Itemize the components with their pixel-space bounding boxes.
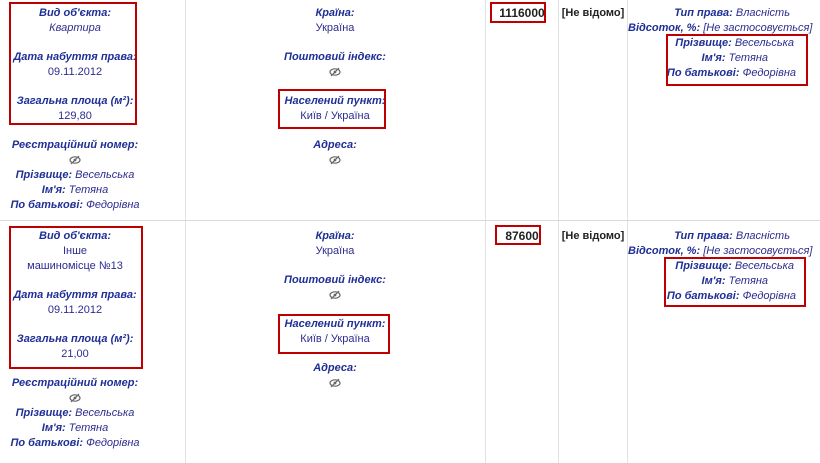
- owner-surname-value: Весельська: [75, 169, 135, 181]
- postal-code-label: Поштовий індекс:: [284, 274, 386, 286]
- owner-name-label: Ім'я:: [41, 184, 66, 196]
- eye-slash-icon[interactable]: [0, 153, 150, 168]
- owner-surname-value: Весельська: [75, 407, 135, 419]
- owner-surname-label: Прізвище:: [15, 169, 73, 181]
- right-type-value: Власність: [735, 230, 790, 242]
- owner-surname-label: Прізвище:: [15, 407, 73, 419]
- percent-value: [Не застосовується]: [703, 22, 813, 34]
- eye-slash-icon[interactable]: [186, 376, 484, 391]
- address-label: Адреса:: [313, 362, 357, 374]
- unknown-value: [Не відомо]: [561, 230, 625, 242]
- percent-label: Відсоток, %:: [628, 22, 701, 34]
- eye-slash-icon[interactable]: [186, 288, 484, 303]
- object-info-cell: Вид об'єкта: Інше машиномісце №13 Дата н…: [0, 221, 150, 451]
- eye-slash-icon[interactable]: [0, 391, 150, 406]
- right-type-label: Тип права:: [674, 230, 733, 242]
- country-label: Країна:: [315, 7, 355, 19]
- owner-patronymic-label: По батькові:: [10, 437, 84, 449]
- highlight-box: [278, 89, 386, 129]
- percent-value: [Не застосовується]: [703, 245, 813, 257]
- table-row: Вид об'єкта: Квартира Дата набуття права…: [0, 0, 820, 220]
- registration-number-label: Реєстраційний номер:: [11, 139, 139, 151]
- highlight-box: [9, 226, 143, 369]
- right-type-value: Власність: [735, 7, 790, 19]
- unknown-cell: [Не відомо]: [559, 221, 627, 244]
- eye-slash-icon[interactable]: [186, 153, 484, 168]
- object-info-cell: Вид об'єкта: Квартира Дата набуття права…: [0, 0, 150, 213]
- postal-code-label: Поштовий індекс:: [284, 51, 386, 63]
- location-cell: Країна: Україна Поштовий індекс: Населен…: [186, 0, 484, 168]
- location-cell: Країна: Україна Поштовий індекс: Населен…: [186, 221, 484, 391]
- highlight-box: [664, 257, 806, 307]
- cost-cell: 87600: [486, 221, 558, 245]
- highlight-box: [666, 34, 808, 86]
- address-label: Адреса:: [313, 139, 357, 151]
- right-type-label: Тип права:: [674, 7, 733, 19]
- rights-cell: Тип права: Власність Відсоток, %: [Не за…: [628, 0, 820, 86]
- unknown-cell: [Не відомо]: [559, 0, 627, 21]
- percent-label: Відсоток, %:: [628, 245, 701, 257]
- highlight-box: [495, 225, 541, 245]
- country-value: Україна: [315, 245, 355, 257]
- owner-patronymic-value: Федорівна: [86, 199, 140, 211]
- registration-number-label: Реєстраційний номер:: [11, 377, 139, 389]
- highlight-box: [278, 314, 390, 354]
- highlight-box: [9, 2, 137, 125]
- owner-name-value: Тетяна: [68, 184, 109, 196]
- owner-patronymic-value: Федорівна: [86, 437, 140, 449]
- owner-name-label: Ім'я:: [41, 422, 66, 434]
- eye-slash-icon[interactable]: [186, 65, 484, 80]
- owner-patronymic-label: По батькові:: [10, 199, 84, 211]
- table-row: Вид об'єкта: Інше машиномісце №13 Дата н…: [0, 221, 820, 463]
- owner-name-value: Тетяна: [68, 422, 109, 434]
- country-value: Україна: [315, 22, 355, 34]
- country-label: Країна:: [315, 230, 355, 242]
- cost-cell: 1116000: [486, 0, 558, 23]
- highlight-box: [490, 2, 546, 23]
- rights-cell: Тип права: Власність Відсоток, %: [Не за…: [628, 221, 820, 307]
- unknown-value: [Не відомо]: [561, 7, 625, 19]
